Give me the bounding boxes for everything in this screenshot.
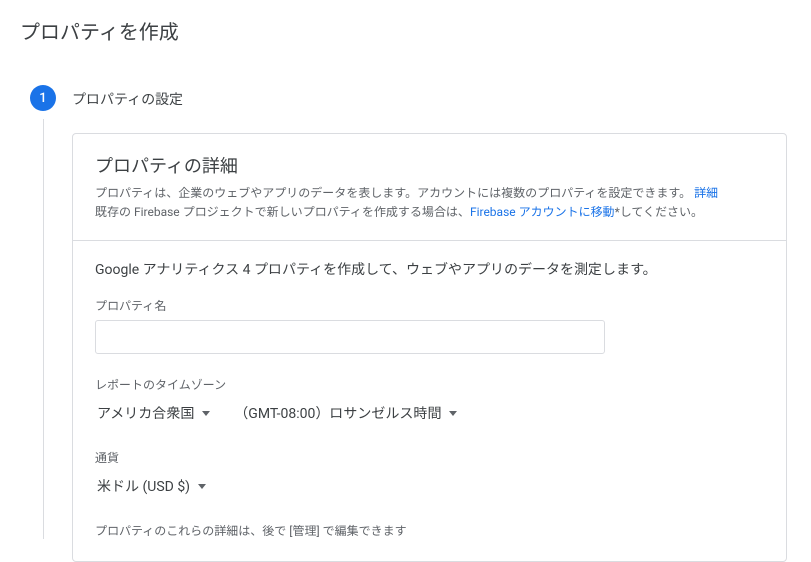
step-indicator: 1 xyxy=(30,85,56,539)
edit-later-note: プロパティのこれらの詳細は、後で [管理] で編集できます xyxy=(95,522,764,539)
country-dropdown-value: アメリカ合衆国 xyxy=(97,403,194,423)
chevron-down-icon xyxy=(449,411,457,416)
wizard-container: 1 プロパティの設定 プロパティの詳細 プロパティは、企業のウェブやアプリのデー… xyxy=(30,85,791,562)
timezone-label: レポートのタイムゾーン xyxy=(95,376,764,393)
card-description: プロパティは、企業のウェブやアプリのデータを表します。アカウントには複数のプロパ… xyxy=(95,184,764,222)
timezone-dropdown-value: （GMT-08:00）ロサンゼルス時間 xyxy=(234,403,441,423)
step-badge: 1 xyxy=(30,85,56,111)
property-name-label: プロパティ名 xyxy=(95,297,764,314)
chevron-down-icon xyxy=(198,484,206,489)
property-name-input[interactable] xyxy=(95,320,605,354)
timezone-field: レポートのタイムゾーン アメリカ合衆国 （GMT-08:00）ロサンゼルス時間 xyxy=(95,376,764,427)
step-title: プロパティの設定 xyxy=(72,89,791,109)
details-link[interactable]: 詳細 xyxy=(694,186,718,200)
currency-label: 通貨 xyxy=(95,449,764,466)
step-content: プロパティの設定 プロパティの詳細 プロパティは、企業のウェブやアプリのデータを… xyxy=(72,85,791,562)
property-name-field: プロパティ名 xyxy=(95,297,764,354)
card-desc-text-2a: 既存の Firebase プロジェクトで新しいプロパティを作成する場合は、 xyxy=(95,205,470,219)
property-details-card: プロパティの詳細 プロパティは、企業のウェブやアプリのデータを表します。アカウン… xyxy=(72,133,787,562)
step-connector-line xyxy=(43,119,44,539)
currency-dropdown-value: 米ドル (USD $) xyxy=(97,476,190,496)
card-desc-text-1: プロパティは、企業のウェブやアプリのデータを表します。アカウントには複数のプロパ… xyxy=(95,186,691,200)
currency-dropdown[interactable]: 米ドル (USD $) xyxy=(95,472,208,500)
card-title: プロパティの詳細 xyxy=(95,152,764,178)
chevron-down-icon xyxy=(202,411,210,416)
country-dropdown[interactable]: アメリカ合衆国 xyxy=(95,399,212,427)
timezone-dropdown[interactable]: （GMT-08:00）ロサンゼルス時間 xyxy=(232,399,459,427)
section-lead-text: Google アナリティクス 4 プロパティを作成して、ウェブやアプリのデータを… xyxy=(95,259,764,279)
currency-field: 通貨 米ドル (USD $) xyxy=(95,449,764,500)
card-desc-text-2b: *してください。 xyxy=(615,205,703,219)
divider xyxy=(73,240,786,241)
page-title: プロパティを作成 xyxy=(20,16,791,45)
firebase-account-link[interactable]: Firebase アカウントに移動 xyxy=(470,205,615,219)
